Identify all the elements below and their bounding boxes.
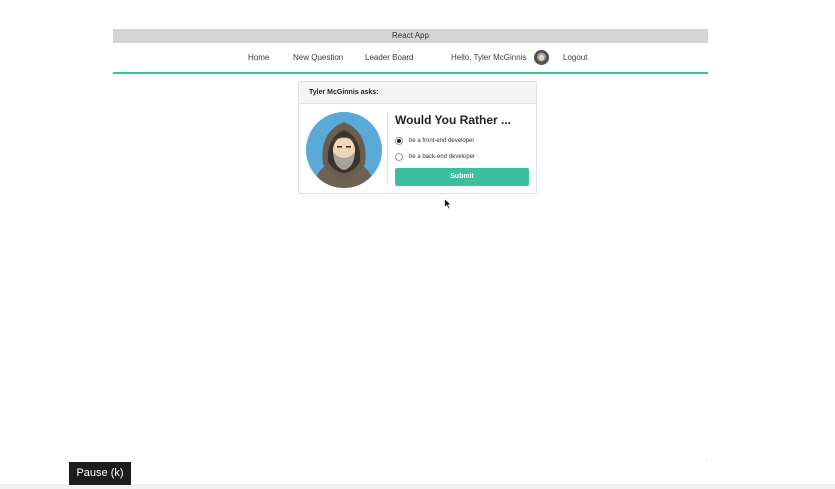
radio-front-end[interactable] [395, 137, 403, 145]
stray-pixel [706, 460, 707, 461]
submit-button[interactable]: Submit [395, 168, 529, 186]
hooded-man-avatar-icon [306, 112, 382, 188]
option-back-end-label: be a back-end developer [409, 154, 476, 160]
user-greeting: Hello, Tyler McGinnis [451, 53, 527, 62]
mouse-cursor-icon [444, 197, 453, 210]
nav-leader-board-link[interactable]: Leader Board [365, 43, 413, 72]
video-frame: React App Home New Question Leader Board… [0, 0, 835, 489]
question-title: Would You Rather ... [395, 113, 512, 127]
radio-back-end[interactable] [395, 153, 403, 161]
browser-window: React App Home New Question Leader Board… [113, 29, 708, 469]
nav-home-link[interactable]: Home [248, 43, 269, 72]
question-author-header: Tyler McGinnis asks: [299, 82, 536, 104]
question-card: Tyler McGinnis asks: Would You Rather ..… [298, 81, 537, 194]
navbar: Home New Question Leader Board Hello, Ty… [113, 43, 708, 74]
option-front-end[interactable]: be a front-end developer [395, 137, 474, 145]
option-back-end[interactable]: be a back-end developer [395, 153, 475, 161]
option-front-end-label: be a front-end developer [409, 138, 475, 144]
card-divider [387, 112, 388, 186]
nav-new-question-link[interactable]: New Question [293, 43, 343, 72]
window-title: React App [113, 29, 708, 43]
user-avatar-icon [534, 50, 549, 65]
pause-tooltip: Pause (k) [69, 462, 131, 485]
nav-logout-link[interactable]: Logout [563, 43, 587, 72]
